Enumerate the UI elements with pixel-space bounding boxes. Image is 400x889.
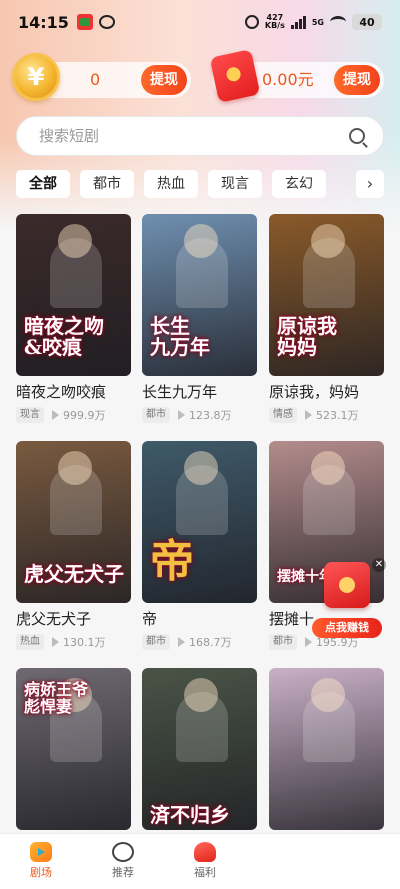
battery-indicator: 40: [352, 14, 382, 30]
message-icon: [98, 15, 115, 29]
drama-poster[interactable]: 済不归乡: [142, 668, 257, 830]
nav-label: 推荐: [112, 866, 134, 879]
net-speed-unit: KB/s: [264, 21, 285, 30]
signal-icon: [290, 15, 306, 29]
status-bar: 14:15 427 KB/s 5G 40: [0, 0, 400, 44]
play-icon: [305, 637, 312, 647]
drama-meta: 都市 123.8万: [142, 406, 257, 424]
drama-poster[interactable]: 暗夜之吻 &咬痕: [16, 214, 131, 376]
theater-icon: [30, 842, 52, 862]
tab-urban[interactable]: 都市: [80, 170, 134, 198]
drama-meta: 情感 523.1万: [269, 406, 384, 424]
poster-title-art: 虎父无犬子: [24, 562, 124, 586]
earn-money-promo[interactable]: ✕ 点我赚钱: [312, 558, 386, 638]
drama-title[interactable]: 原谅我，妈妈: [269, 382, 384, 402]
wallet-balance: 0.00元: [262, 70, 314, 89]
gift-box-icon[interactable]: [324, 562, 370, 608]
drama-title[interactable]: 长生九万年: [142, 382, 257, 402]
genre-tag: 情感: [269, 407, 297, 423]
nav-label: 福利: [194, 866, 216, 879]
search-input[interactable]: 搜索短剧: [16, 116, 384, 156]
drama-poster[interactable]: 长生 九万年: [142, 214, 257, 376]
drama-poster[interactable]: 病娇王爷 彪悍妻: [16, 668, 131, 830]
view-count: 523.1万: [316, 409, 359, 422]
drama-meta: 热血 130.1万: [16, 633, 131, 651]
tab-action[interactable]: 热血: [144, 170, 198, 198]
drama-poster[interactable]: 原谅我 妈妈: [269, 214, 384, 376]
search-placeholder: 搜索短剧: [39, 127, 100, 145]
genre-tag: 热血: [16, 634, 44, 650]
view-count: 123.8万: [189, 409, 232, 422]
genre-tag: 都市: [142, 634, 170, 650]
drama-title[interactable]: 虎父无犬子: [16, 609, 131, 629]
drama-card[interactable]: 虎父无犬子 虎父无犬子 热血 130.1万: [16, 441, 131, 651]
view-count: 130.1万: [63, 636, 106, 649]
drama-meta: 现言 999.9万: [16, 406, 131, 424]
play-icon: [52, 410, 59, 420]
view-count: 999.9万: [63, 409, 106, 422]
drama-poster[interactable]: 虎父无犬子: [16, 441, 131, 603]
drama-poster[interactable]: [269, 668, 384, 830]
play-icon: [305, 410, 312, 420]
drama-meta: 都市 168.7万: [142, 633, 257, 651]
drama-poster[interactable]: 帝: [142, 441, 257, 603]
drama-card[interactable]: 暗夜之吻 &咬痕 暗夜之吻咬痕 现言 999.9万: [16, 214, 131, 424]
drama-title[interactable]: 暗夜之吻咬痕: [16, 382, 131, 402]
drama-card[interactable]: 长生 九万年 长生九万年 都市 123.8万: [142, 214, 257, 424]
category-tabs: 全部 都市 热血 现言 玄幻: [16, 170, 356, 198]
alarm-icon: [244, 15, 259, 29]
nav-label: 剧场: [30, 866, 52, 879]
nav-recommend[interactable]: 推荐: [82, 834, 164, 889]
drama-card[interactable]: 病娇王爷 彪悍妻: [16, 668, 131, 830]
coin-balance: 0: [90, 70, 101, 89]
network-type: 5G: [311, 17, 324, 27]
view-count: 168.7万: [189, 636, 232, 649]
poster-title-art: 暗夜之吻 &咬痕: [24, 314, 104, 359]
play-icon: [52, 637, 59, 647]
search-icon[interactable]: [349, 128, 365, 144]
poster-title-art: 病娇王爷 彪悍妻: [24, 680, 89, 716]
wifi-icon: [330, 16, 346, 28]
genre-tag: 都市: [269, 634, 297, 650]
genre-tag: 都市: [142, 407, 170, 423]
drama-title[interactable]: 帝: [142, 609, 257, 629]
tab-modern-romance[interactable]: 现言: [208, 170, 262, 198]
drama-card[interactable]: [269, 668, 384, 830]
recommend-icon: [112, 842, 134, 862]
poster-title-art: 长生 九万年: [150, 314, 210, 359]
poster-title-art: 帝: [150, 535, 194, 587]
play-icon: [178, 637, 185, 647]
app-notification-icon: [76, 14, 93, 30]
coin-icon: ¥: [12, 53, 60, 101]
drama-card[interactable]: 原谅我 妈妈 原谅我，妈妈 情感 523.1万: [269, 214, 384, 424]
status-indicators: 427 KB/s 5G 40: [244, 14, 382, 30]
tab-all[interactable]: 全部: [16, 170, 70, 198]
close-icon[interactable]: ✕: [372, 558, 386, 572]
nav-welfare[interactable]: 福利: [164, 834, 246, 889]
promo-label[interactable]: 点我赚钱: [312, 618, 382, 638]
coin-withdraw-button[interactable]: 提现: [141, 65, 187, 95]
genre-tag: 现言: [16, 407, 44, 423]
wallet-withdraw-button[interactable]: 提现: [334, 65, 380, 95]
nav-theater[interactable]: 剧场: [0, 834, 82, 889]
drama-card[interactable]: 帝 帝 都市 168.7万: [142, 441, 257, 651]
welfare-icon: [194, 842, 216, 862]
tab-fantasy[interactable]: 玄幻: [272, 170, 326, 198]
bottom-nav: 剧场 推荐 福利: [0, 833, 400, 889]
drama-card[interactable]: 済不归乡: [142, 668, 257, 830]
category-more-button[interactable]: ›: [356, 170, 384, 198]
net-speed: 427 KB/s: [265, 14, 285, 30]
status-time: 14:15: [18, 12, 69, 32]
poster-title-art: 済不归乡: [150, 803, 230, 827]
poster-title-art: 原谅我 妈妈: [277, 314, 337, 359]
play-icon: [178, 410, 185, 420]
